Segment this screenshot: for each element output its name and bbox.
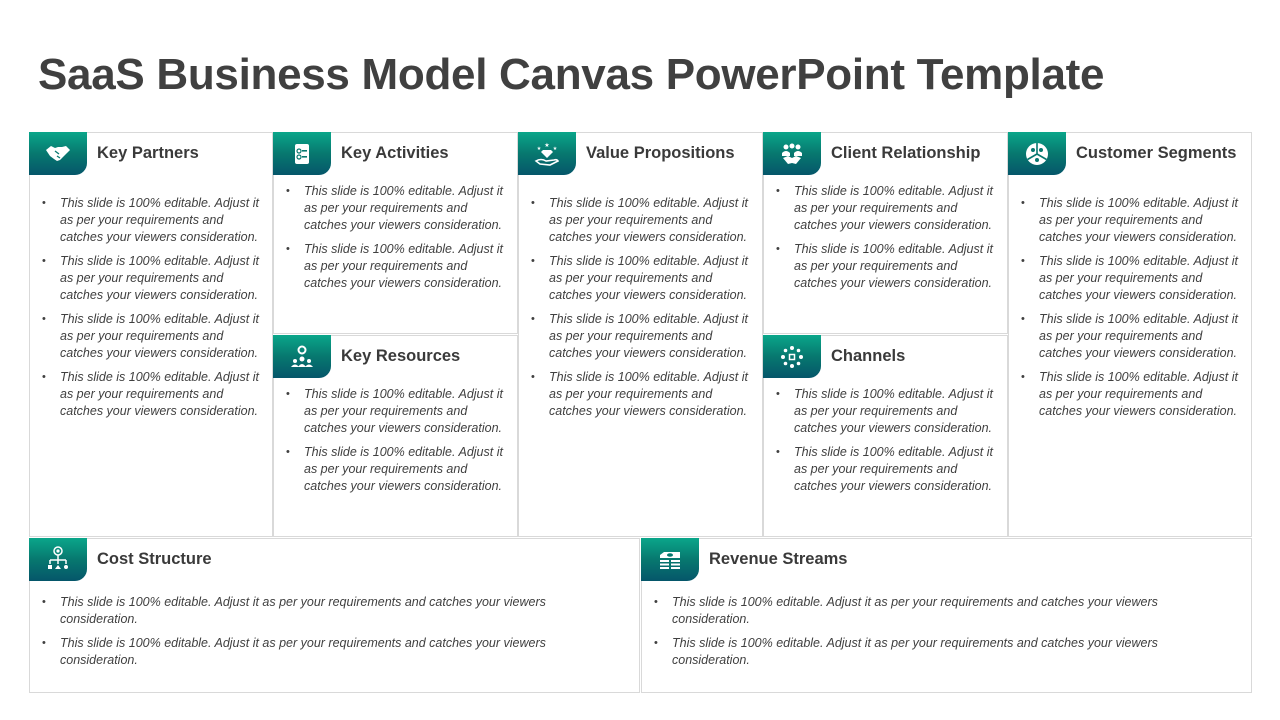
- client-relationship-title: Client Relationship: [831, 144, 981, 162]
- channels-box: Channels This slide is 100% editable. Ad…: [763, 335, 1008, 537]
- key-resources-title: Key Resources: [341, 347, 461, 365]
- page-title: SaaS Business Model Canvas PowerPoint Te…: [38, 50, 1105, 99]
- checklist-icon: [273, 132, 331, 175]
- bullet-item: This slide is 100% editable. Adjust it a…: [531, 311, 753, 362]
- customer-segments-header: Customer Segments: [1008, 132, 1236, 175]
- bullet-item: This slide is 100% editable. Adjust it a…: [42, 311, 264, 362]
- bullet-item: This slide is 100% editable. Adjust it a…: [1021, 311, 1243, 362]
- bullet-item: This slide is 100% editable. Adjust it a…: [286, 241, 508, 292]
- bullet-item: This slide is 100% editable. Adjust it a…: [531, 195, 753, 246]
- people-handshake-icon: [763, 132, 821, 175]
- channels-bullets: This slide is 100% editable. Adjust it a…: [776, 386, 998, 502]
- bullet-item: This slide is 100% editable. Adjust it a…: [531, 369, 753, 420]
- value-propositions-header: ★ ★ ★ Value Propositions: [518, 132, 735, 175]
- client-relationship-box: Client Relationship This slide is 100% e…: [763, 132, 1008, 334]
- customer-segments-box: Customer Segments This slide is 100% edi…: [1008, 132, 1252, 537]
- key-activities-box: Key Activities This slide is 100% editab…: [273, 132, 518, 334]
- bullet-item: This slide is 100% editable. Adjust it a…: [286, 183, 508, 234]
- value-propositions-title: Value Propositions: [586, 144, 735, 162]
- bullet-item: This slide is 100% editable. Adjust it a…: [286, 444, 508, 495]
- revenue-streams-header: Revenue Streams: [641, 538, 848, 581]
- bullet-item: This slide is 100% editable. Adjust it a…: [42, 369, 264, 420]
- key-resources-box: Key Resources This slide is 100% editabl…: [273, 335, 518, 537]
- bullet-item: This slide is 100% editable. Adjust it a…: [776, 183, 998, 234]
- bullet-item: This slide is 100% editable. Adjust it a…: [1021, 253, 1243, 304]
- customer-segments-title: Customer Segments: [1076, 144, 1237, 162]
- bullet-item: This slide is 100% editable. Adjust it a…: [42, 635, 582, 669]
- svg-text:★: ★: [537, 146, 542, 152]
- bullet-item: This slide is 100% editable. Adjust it a…: [42, 253, 264, 304]
- money-stack-icon: [641, 538, 699, 581]
- key-partners-box: Key Partners This slide is 100% editable…: [29, 132, 273, 537]
- cost-structure-header: Cost Structure: [29, 538, 212, 581]
- svg-text:★: ★: [544, 142, 549, 149]
- value-propositions-bullets: This slide is 100% editable. Adjust it a…: [531, 195, 753, 427]
- bullet-item: This slide is 100% editable. Adjust it a…: [1021, 369, 1243, 420]
- revenue-streams-box: Revenue Streams This slide is 100% edita…: [641, 538, 1252, 693]
- bullet-item: This slide is 100% editable. Adjust it a…: [42, 594, 582, 628]
- bullet-item: This slide is 100% editable. Adjust it a…: [654, 635, 1194, 669]
- client-relationship-bullets: This slide is 100% editable. Adjust it a…: [776, 183, 998, 299]
- key-activities-title: Key Activities: [341, 144, 449, 162]
- network-hub-icon: [763, 335, 821, 378]
- key-resources-bullets: This slide is 100% editable. Adjust it a…: [286, 386, 508, 502]
- bullet-item: This slide is 100% editable. Adjust it a…: [286, 386, 508, 437]
- bullet-item: This slide is 100% editable. Adjust it a…: [776, 241, 998, 292]
- revenue-streams-title: Revenue Streams: [709, 550, 848, 568]
- revenue-streams-bullets: This slide is 100% editable. Adjust it a…: [654, 594, 1194, 676]
- client-relationship-header: Client Relationship: [763, 132, 980, 175]
- bullet-item: This slide is 100% editable. Adjust it a…: [654, 594, 1194, 628]
- bullet-item: This slide is 100% editable. Adjust it a…: [776, 386, 998, 437]
- value-propositions-box: ★★★ Value Propositions This slide is 100…: [518, 132, 763, 537]
- bullet-item: This slide is 100% editable. Adjust it a…: [776, 444, 998, 495]
- hand-diamond-icon: ★ ★ ★: [518, 132, 576, 175]
- bullet-item: This slide is 100% editable. Adjust it a…: [1021, 195, 1243, 246]
- bullet-item: This slide is 100% editable. Adjust it a…: [531, 253, 753, 304]
- key-partners-header: Key Partners: [29, 132, 199, 175]
- key-activities-bullets: This slide is 100% editable. Adjust it a…: [286, 183, 508, 299]
- svg-text:★: ★: [553, 146, 558, 152]
- customer-segments-bullets: This slide is 100% editable. Adjust it a…: [1021, 195, 1243, 427]
- key-resources-header: Key Resources: [273, 335, 460, 378]
- channels-title: Channels: [831, 347, 906, 365]
- handshake-icon: [29, 132, 87, 175]
- cost-structure-bullets: This slide is 100% editable. Adjust it a…: [42, 594, 582, 676]
- cost-structure-title: Cost Structure: [97, 550, 212, 568]
- segments-pie-icon: [1008, 132, 1066, 175]
- key-partners-title: Key Partners: [97, 144, 199, 162]
- key-activities-header: Key Activities: [273, 132, 449, 175]
- hierarchy-coin-icon: [29, 538, 87, 581]
- channels-header: Channels: [763, 335, 905, 378]
- cost-structure-box: Cost Structure This slide is 100% editab…: [29, 538, 640, 693]
- bullet-item: This slide is 100% editable. Adjust it a…: [42, 195, 264, 246]
- key-partners-bullets: This slide is 100% editable. Adjust it a…: [42, 195, 264, 427]
- team-gear-icon: [273, 335, 331, 378]
